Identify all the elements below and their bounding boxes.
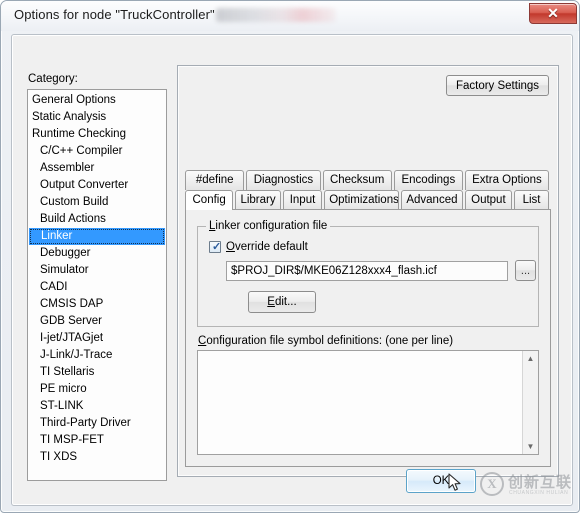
- tab-define[interactable]: #define: [185, 170, 245, 190]
- category-item-build-actions[interactable]: Build Actions: [28, 211, 166, 228]
- options-panel: Factory Settings #define Diagnostics Check…: [177, 65, 559, 477]
- category-item-third-party-driver[interactable]: Third-Party Driver: [28, 415, 166, 432]
- category-item-ti-stellaris[interactable]: TI Stellaris: [28, 364, 166, 381]
- group-title-rest: inker configuration file: [215, 220, 328, 232]
- window-title: Options for node "TruckController": [14, 7, 215, 22]
- category-item-cmsis-dap[interactable]: CMSIS DAP: [28, 296, 166, 313]
- category-item-simulator[interactable]: Simulator: [28, 262, 166, 279]
- symbol-definitions-textarea[interactable]: [198, 351, 522, 454]
- tab-input[interactable]: Input: [282, 190, 323, 210]
- edit-rest: dit...: [274, 296, 297, 308]
- check-icon: ✓: [212, 240, 222, 253]
- category-item-i-jet-jtagjet[interactable]: I-jet/JTAGjet: [28, 330, 166, 347]
- category-item-pe-micro[interactable]: PE micro: [28, 381, 166, 398]
- category-label: Category:: [28, 73, 78, 85]
- category-item-st-link[interactable]: ST-LINK: [28, 398, 166, 415]
- scroll-down-icon[interactable]: ▼: [523, 439, 538, 454]
- tab-library[interactable]: Library: [235, 190, 281, 210]
- tab-extra-options[interactable]: Extra Options: [464, 170, 549, 190]
- dialog-client-area: Category: General Options Static Analysis…: [11, 34, 573, 506]
- tab-list[interactable]: List: [514, 190, 549, 210]
- category-item-gdb-server[interactable]: GDB Server: [28, 313, 166, 330]
- category-list[interactable]: General Options Static Analysis Runtime Ch…: [27, 89, 167, 481]
- ok-button[interactable]: OK: [406, 469, 476, 493]
- category-item-ti-xds[interactable]: TI XDS: [28, 449, 166, 466]
- factory-settings-button[interactable]: Factory Settings: [446, 75, 549, 96]
- linker-config-path-input[interactable]: $PROJ_DIR$/MKE06Z128xxx4_flash.icf: [226, 261, 508, 281]
- category-item-c-c-compiler[interactable]: C/C++ Compiler: [28, 143, 166, 160]
- symbol-definitions-scrollbar[interactable]: ▲ ▼: [522, 351, 538, 454]
- tab-optimizations[interactable]: Optimizations: [324, 190, 400, 210]
- tab-config[interactable]: Config: [185, 190, 234, 210]
- tab-row-upper: #define Diagnostics Checksum Encodings Extra…: [185, 170, 551, 190]
- tab-checksum[interactable]: Checksum: [322, 170, 392, 190]
- category-item-debugger[interactable]: Debugger: [28, 245, 166, 262]
- override-default-checkbox-row[interactable]: ✓ Override default: [209, 239, 308, 254]
- override-rest: verride default: [234, 240, 308, 253]
- category-item-cadi[interactable]: CADI: [28, 279, 166, 296]
- symbols-rest: onfiguration file symbol definitions: (o…: [206, 335, 454, 347]
- override-default-checkbox[interactable]: ✓: [209, 240, 222, 253]
- tab-row-lower: Config Library Input Optimizations Advanced O…: [185, 190, 551, 210]
- close-button[interactable]: ✕: [529, 3, 577, 24]
- title-bar: Options for node "TruckController" ✕: [1, 1, 579, 31]
- category-item-ti-msp-fet[interactable]: TI MSP-FET: [28, 432, 166, 449]
- tab-encodings[interactable]: Encodings: [393, 170, 463, 190]
- category-item-assembler[interactable]: Assembler: [28, 160, 166, 177]
- category-item-j-link-j-trace[interactable]: J-Link/J-Trace: [28, 347, 166, 364]
- symbol-definitions-label: Configuration file symbol definitions: (…: [198, 335, 453, 347]
- tab-diagnostics[interactable]: Diagnostics: [246, 170, 321, 190]
- config-tab-panel: Linker configuration file ✓ Override def…: [185, 209, 551, 467]
- edit-button[interactable]: Edit...: [248, 291, 316, 313]
- linker-configuration-file-group: Linker configuration file ✓ Override def…: [197, 220, 539, 327]
- blurred-watermark-redaction: [216, 8, 336, 22]
- category-item-general-options[interactable]: General Options: [28, 92, 166, 109]
- category-item-static-analysis[interactable]: Static Analysis: [28, 109, 166, 126]
- close-icon: ✕: [547, 7, 559, 22]
- options-dialog-window: Options for node "TruckController" ✕ Cat…: [0, 0, 580, 513]
- category-item-runtime-checking[interactable]: Runtime Checking: [28, 126, 166, 143]
- category-item-linker[interactable]: Linker: [29, 228, 165, 245]
- browse-ellipsis-button[interactable]: ...: [515, 260, 536, 281]
- tab-advanced[interactable]: Advanced: [401, 190, 463, 210]
- category-item-custom-build[interactable]: Custom Build: [28, 194, 166, 211]
- scroll-up-icon[interactable]: ▲: [523, 351, 538, 366]
- group-title: Linker configuration file: [206, 220, 331, 232]
- category-item-output-converter[interactable]: Output Converter: [28, 177, 166, 194]
- tab-bar: #define Diagnostics Checksum Encodings Extra…: [185, 170, 551, 212]
- override-accel: O: [226, 240, 235, 253]
- override-default-label: Override default: [226, 241, 308, 253]
- tab-output[interactable]: Output: [464, 190, 513, 210]
- edit-accel: E: [267, 296, 275, 308]
- symbol-definitions-area: ▲ ▼: [197, 350, 539, 455]
